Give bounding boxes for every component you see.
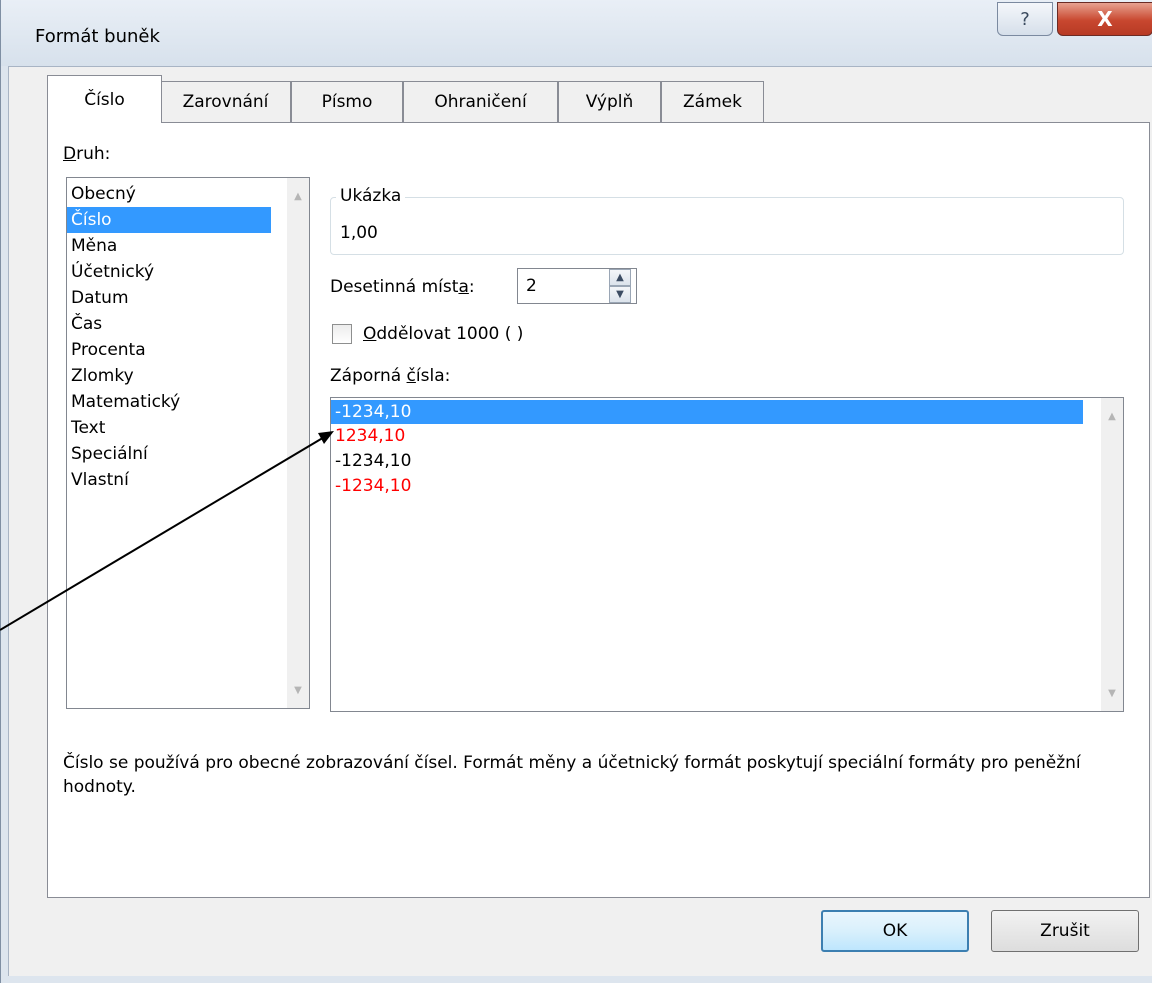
close-button[interactable]: X [1057,2,1152,36]
decimal-label-colon: : [468,277,475,297]
title-bar[interactable]: Formát buněk ? X [1,0,1152,66]
help-icon: ? [1020,8,1030,30]
tab-fill[interactable]: Výplň [558,81,661,122]
category-label: Druh: [63,144,110,164]
negative-items: -1234,10 1234,10 -1234,10 -1234,10 [331,398,1123,499]
separator-label-mnemonic: O [363,324,377,344]
negative-label-rest: ísla: [415,366,451,386]
category-item[interactable]: Datum [67,285,309,311]
scroll-down-icon[interactable]: ▼ [287,680,309,700]
category-item[interactable]: Matematický [67,389,309,415]
negative-format-item[interactable]: -1234,10 [331,400,1083,424]
category-item[interactable]: Číslo [67,207,271,233]
thousands-separator-checkbox[interactable] [332,324,352,344]
category-item[interactable]: Účetnický [67,259,309,285]
tab-label: Zarovnání [182,92,269,112]
scroll-up-icon[interactable]: ▲ [287,186,309,206]
cancel-button[interactable]: Zrušit [991,910,1139,952]
thousands-separator-label: Oddělovat 1000 ( ) [363,324,523,344]
category-list[interactable]: Obecný Číslo Měna Účetnický Datum Čas Pr… [66,177,310,709]
negative-label-text: Záporná [330,366,407,386]
dialog-title: Formát buněk [35,26,160,47]
category-item[interactable]: Zlomky [67,363,309,389]
negative-numbers-list[interactable]: -1234,10 1234,10 -1234,10 -1234,10 ▲ ▼ [330,397,1124,712]
format-cells-dialog: Formát buněk ? X Číslo Zarovnání Písmo O… [0,0,1152,983]
negative-format-item[interactable]: -1234,10 [331,474,1123,499]
sample-groupbox [330,197,1124,255]
category-item[interactable]: Speciální [67,441,309,467]
spin-down-icon[interactable]: ▼ [609,286,631,303]
separator-label-text: ddělovat 1000 ( ) [376,324,524,344]
cancel-button-label: Zrušit [1040,921,1090,941]
tab-border[interactable]: Ohraničení [403,81,558,122]
tab-label: Ohraničení [434,92,527,112]
category-label-mnemonic: D [63,144,77,164]
tab-font[interactable]: Písmo [291,81,403,122]
negative-scrollbar[interactable]: ▲ ▼ [1101,398,1123,711]
category-item[interactable]: Vlastní [67,467,309,493]
format-description: Číslo se používá pro obecné zobrazování … [63,753,1081,797]
scroll-down-icon[interactable]: ▼ [1101,683,1123,703]
category-items: Obecný Číslo Měna Účetnický Datum Čas Pr… [67,178,309,493]
negative-label-mnemonic: č [406,366,416,386]
category-item[interactable]: Čas [67,311,309,337]
category-label-text: ruh: [76,144,111,164]
category-item[interactable]: Text [67,415,309,441]
sample-value: 1,00 [340,223,378,243]
negative-format-item[interactable]: -1234,10 [331,449,1123,474]
tab-protection[interactable]: Zámek [661,81,764,122]
tab-label: Zámek [683,92,742,112]
scroll-up-icon[interactable]: ▲ [1101,406,1123,426]
tab-label: Číslo [84,89,125,110]
close-icon: X [1097,7,1113,31]
category-scrollbar[interactable]: ▲ ▼ [287,178,309,708]
dialog-client-area: Číslo Zarovnání Písmo Ohraničení Výplň Z… [8,66,1152,976]
tab-label: Výplň [585,92,634,112]
sample-label: Ukázka [336,186,406,206]
tab-label: Písmo [321,92,373,112]
ok-button[interactable]: OK [821,910,969,952]
ok-button-label: OK [882,921,908,941]
negative-numbers-label: Záporná čísla: [330,366,450,386]
decimal-places-label: Desetinná místa: [330,277,475,297]
negative-format-item[interactable]: 1234,10 [331,424,1123,449]
spin-up-icon[interactable]: ▲ [609,269,631,286]
category-item[interactable]: Měna [67,233,309,259]
decimal-label-mnemonic: a [458,277,469,297]
number-tab-panel: Druh: Obecný Číslo Měna Účetnický Datum … [47,122,1150,898]
tab-alignment[interactable]: Zarovnání [160,81,291,122]
category-item[interactable]: Procenta [67,337,309,363]
decimal-places-value: 2 [526,276,537,296]
decimal-label-text: Desetinná míst [330,277,459,297]
category-item[interactable]: Obecný [67,181,309,207]
tab-number[interactable]: Číslo [47,75,162,123]
help-button[interactable]: ? [997,2,1053,36]
